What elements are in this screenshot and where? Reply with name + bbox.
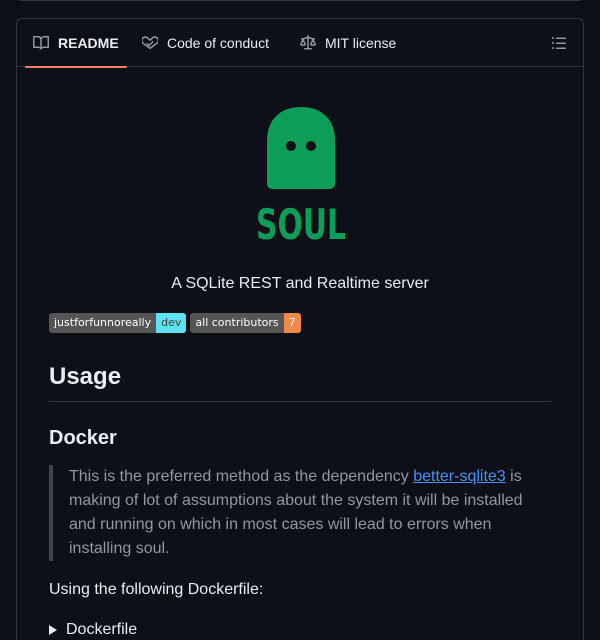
book-icon: [33, 35, 49, 50]
badge-label: justforfunnoreally: [49, 313, 157, 333]
code-of-conduct-icon: [142, 36, 158, 50]
badge-justforfunnoreally[interactable]: justforfunnoreally dev: [49, 313, 187, 333]
badge-all-contributors[interactable]: all contributors 7: [190, 313, 301, 333]
badge-value: dev: [156, 313, 187, 333]
quote-text-before: This is the preferred method as the depe…: [69, 468, 414, 485]
badge-label: all contributors: [190, 313, 284, 333]
readme-container: README Code of conduct MIT license SOUL …: [16, 18, 584, 640]
blockquote: This is the preferred method as the depe…: [49, 465, 551, 561]
dockerfile-details-toggle[interactable]: Dockerfile: [49, 621, 137, 639]
tagline: A SQLite REST and Realtime server: [171, 275, 429, 292]
badges-row: justforfunnoreally dev all contributors …: [49, 313, 301, 333]
outline-button[interactable]: [551, 35, 567, 51]
tab-readme[interactable]: README: [25, 19, 127, 68]
better-sqlite3-link[interactable]: better-sqlite3: [413, 468, 506, 485]
tab-code-of-conduct-label: Code of conduct: [167, 35, 269, 51]
usage-heading: Usage: [49, 363, 551, 402]
disclosure-triangle-icon: [49, 625, 57, 635]
tab-mit-license[interactable]: MIT license: [300, 19, 396, 67]
list-unordered-icon: [552, 37, 566, 49]
badge-value: 7: [283, 313, 301, 333]
law-icon: [300, 35, 316, 50]
docker-heading: Docker: [49, 427, 117, 449]
tab-mit-license-label: MIT license: [325, 35, 397, 51]
logo-wordmark: SOUL: [256, 200, 346, 243]
readme-tabs: README Code of conduct MIT license: [17, 19, 583, 68]
previous-section-frame: [16, 0, 584, 1]
tab-readme-label: README: [58, 35, 119, 51]
soul-logo: SOUL: [256, 107, 346, 243]
details-summary: Dockerfile: [66, 621, 138, 638]
tab-code-of-conduct[interactable]: Code of conduct: [142, 19, 269, 67]
dockerfile-intro: Using the following Dockerfile:: [49, 581, 264, 598]
